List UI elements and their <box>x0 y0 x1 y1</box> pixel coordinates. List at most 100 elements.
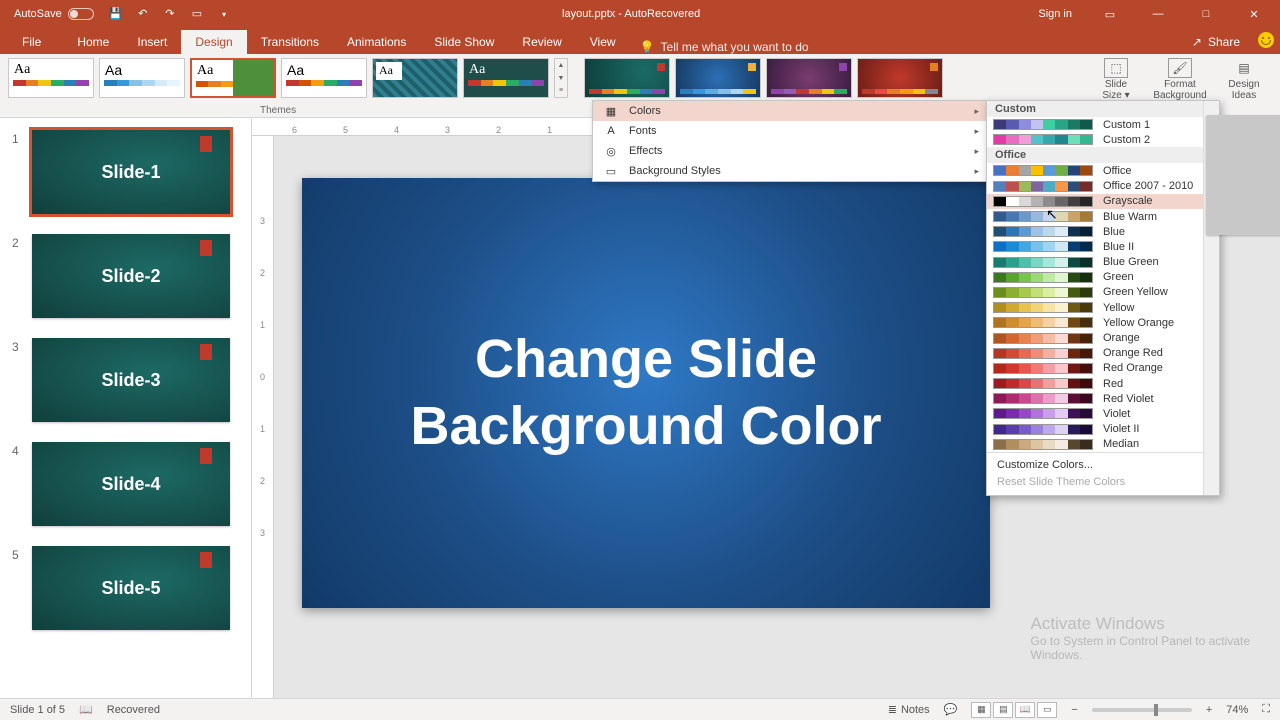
qat-more-icon[interactable]: ▾ <box>212 3 236 27</box>
slide-thumbnail[interactable]: Slide-4 <box>32 442 230 526</box>
thumbnail-row[interactable]: 2Slide-2 <box>0 230 251 334</box>
zoom-level[interactable]: 74% <box>1226 704 1248 716</box>
undo-icon[interactable]: ↶ <box>131 2 155 26</box>
color-theme-custom-2[interactable]: Custom 2 <box>987 132 1203 147</box>
format-background-button[interactable]: 🖌Format Background <box>1152 58 1208 101</box>
color-theme-violet-ii[interactable]: Violet II <box>987 422 1203 437</box>
tab-slideshow[interactable]: Slide Show <box>420 30 508 54</box>
notes-button[interactable]: ≣Notes <box>888 703 930 716</box>
color-theme-orange[interactable]: Orange <box>987 330 1203 345</box>
color-theme-grayscale[interactable]: Grayscale <box>987 194 1203 209</box>
color-theme-blue-ii[interactable]: Blue II <box>987 239 1203 254</box>
color-theme-violet[interactable]: Violet <box>987 406 1203 421</box>
maximize-icon[interactable]: □ <box>1184 0 1228 28</box>
share-button[interactable]: ↗ Share <box>1180 30 1252 54</box>
theme-thumb[interactable]: Aa <box>372 58 458 98</box>
color-theme-green-yellow[interactable]: Green Yellow <box>987 285 1203 300</box>
tab-home[interactable]: Home <box>63 30 123 54</box>
design-ideas-button[interactable]: ▤Design Ideas <box>1216 58 1272 101</box>
zoom-slider[interactable] <box>1092 708 1192 712</box>
color-theme-red-violet[interactable]: Red Violet <box>987 391 1203 406</box>
slide-thumbnail-pane[interactable]: 1Slide-12Slide-23Slide-34Slide-45Slide-5 <box>0 118 252 698</box>
minimize-icon[interactable]: — <box>1136 0 1180 28</box>
recovered-status[interactable]: Recovered <box>107 704 160 716</box>
color-theme-red[interactable]: Red <box>987 376 1203 391</box>
color-theme-red-orange[interactable]: Red Orange <box>987 361 1203 376</box>
slide-canvas[interactable]: Change SlideBackground Color <box>302 178 990 608</box>
sorter-view-icon[interactable]: ▤ <box>993 702 1013 718</box>
slideshow-view-icon[interactable]: ▭ <box>1037 702 1057 718</box>
color-theme-custom-1[interactable]: Custom 1 <box>987 117 1203 132</box>
ribbon-display-options-icon[interactable]: ▭ <box>1088 0 1132 28</box>
ruler-tick: 5 <box>343 125 348 135</box>
tab-design[interactable]: Design <box>181 30 246 54</box>
redo-icon[interactable]: ↷ <box>158 2 182 26</box>
slide-size-button[interactable]: ⬚Slide Size ▾ <box>1088 58 1144 101</box>
tab-insert[interactable]: Insert <box>123 30 181 54</box>
color-theme-yellow-orange[interactable]: Yellow Orange <box>987 315 1203 330</box>
comments-button[interactable]: 💬 <box>944 703 958 716</box>
autosave-toggle[interactable]: AutoSave <box>14 8 94 20</box>
customize-colors-link[interactable]: Customize Colors... <box>997 457 1193 474</box>
zoom-in-icon[interactable]: + <box>1206 704 1212 716</box>
color-theme-label: Violet <box>1103 408 1130 420</box>
slide-thumbnail[interactable]: Slide-5 <box>32 546 230 630</box>
autosave-switch-icon[interactable] <box>68 8 94 20</box>
color-theme-office-2007-2010[interactable]: Office 2007 - 2010 <box>987 179 1203 194</box>
spellcheck-icon[interactable]: 📖 <box>79 703 93 716</box>
thumbnail-row[interactable]: 5Slide-5 <box>0 542 251 646</box>
color-theme-blue-green[interactable]: Blue Green <box>987 255 1203 270</box>
thumbnail-row[interactable]: 4Slide-4 <box>0 438 251 542</box>
menu-item-colors[interactable]: ▦Colors <box>593 101 987 121</box>
variant-thumb[interactable] <box>857 58 943 98</box>
reading-view-icon[interactable]: 📖 <box>1015 702 1035 718</box>
color-strip-icon <box>993 211 1093 222</box>
tell-me-search[interactable]: 💡 Tell me what you want to do <box>630 40 809 54</box>
slide-thumbnail[interactable]: Slide-3 <box>32 338 230 422</box>
tab-animations[interactable]: Animations <box>333 30 420 54</box>
slide-thumbnail[interactable]: Slide-1 <box>32 130 230 214</box>
feedback-button[interactable] <box>1252 26 1280 54</box>
slide-thumbnail[interactable]: Slide-2 <box>32 234 230 318</box>
color-strip-icon <box>993 272 1093 283</box>
theme-thumb[interactable]: Aa <box>463 58 549 98</box>
variant-thumb[interactable] <box>766 58 852 98</box>
color-theme-median[interactable]: Median <box>987 437 1203 452</box>
thumbnail-row[interactable]: 1Slide-1 <box>0 126 251 230</box>
theme-thumb[interactable]: Aa <box>8 58 94 98</box>
color-theme-green[interactable]: Green <box>987 270 1203 285</box>
slide-title-text[interactable]: Change SlideBackground Color <box>410 326 881 461</box>
tab-file[interactable]: File <box>0 30 63 54</box>
flyout-scrollbar[interactable] <box>1203 101 1219 495</box>
theme-thumb-selected[interactable]: Aa <box>190 58 276 98</box>
menu-item-fonts[interactable]: AFonts <box>593 121 987 141</box>
close-icon[interactable]: ✕ <box>1232 0 1276 28</box>
variant-thumb[interactable] <box>584 58 670 98</box>
color-theme-office[interactable]: Office <box>987 163 1203 178</box>
theme-thumb[interactable]: Aa <box>99 58 185 98</box>
menu-item-background-styles[interactable]: ▭Background Styles <box>593 161 987 181</box>
themes-gallery[interactable]: Aa Aa Aa Aa Aa Aa ▲▼≡ <box>8 58 568 98</box>
themes-more-button[interactable]: ▲▼≡ <box>554 58 568 98</box>
variant-thumb[interactable] <box>675 58 761 98</box>
theme-thumb[interactable]: Aa <box>281 58 367 98</box>
start-from-beginning-icon[interactable]: ▭ <box>185 2 209 26</box>
color-theme-yellow[interactable]: Yellow <box>987 300 1203 315</box>
zoom-out-icon[interactable]: − <box>1071 704 1077 716</box>
activate-sub1: Go to System in Control Panel to activat… <box>1031 634 1250 648</box>
fit-to-window-icon[interactable]: ⛶ <box>1262 703 1270 716</box>
sign-in-link[interactable]: Sign in <box>1026 8 1084 20</box>
menu-item-label: Fonts <box>629 125 657 137</box>
color-theme-blue-warm[interactable]: Blue Warm <box>987 209 1203 224</box>
tab-view[interactable]: View <box>576 30 630 54</box>
normal-view-icon[interactable]: ▦ <box>971 702 991 718</box>
thumbnail-row[interactable]: 3Slide-3 <box>0 334 251 438</box>
save-icon[interactable]: 💾 <box>104 2 128 26</box>
color-theme-orange-red[interactable]: Orange Red <box>987 346 1203 361</box>
menu-item-effects[interactable]: ◎Effects <box>593 141 987 161</box>
tab-transitions[interactable]: Transitions <box>247 30 333 54</box>
tab-review[interactable]: Review <box>508 30 575 54</box>
variants-gallery[interactable] <box>584 58 943 98</box>
color-strip-icon <box>993 317 1093 328</box>
color-theme-blue[interactable]: Blue <box>987 224 1203 239</box>
